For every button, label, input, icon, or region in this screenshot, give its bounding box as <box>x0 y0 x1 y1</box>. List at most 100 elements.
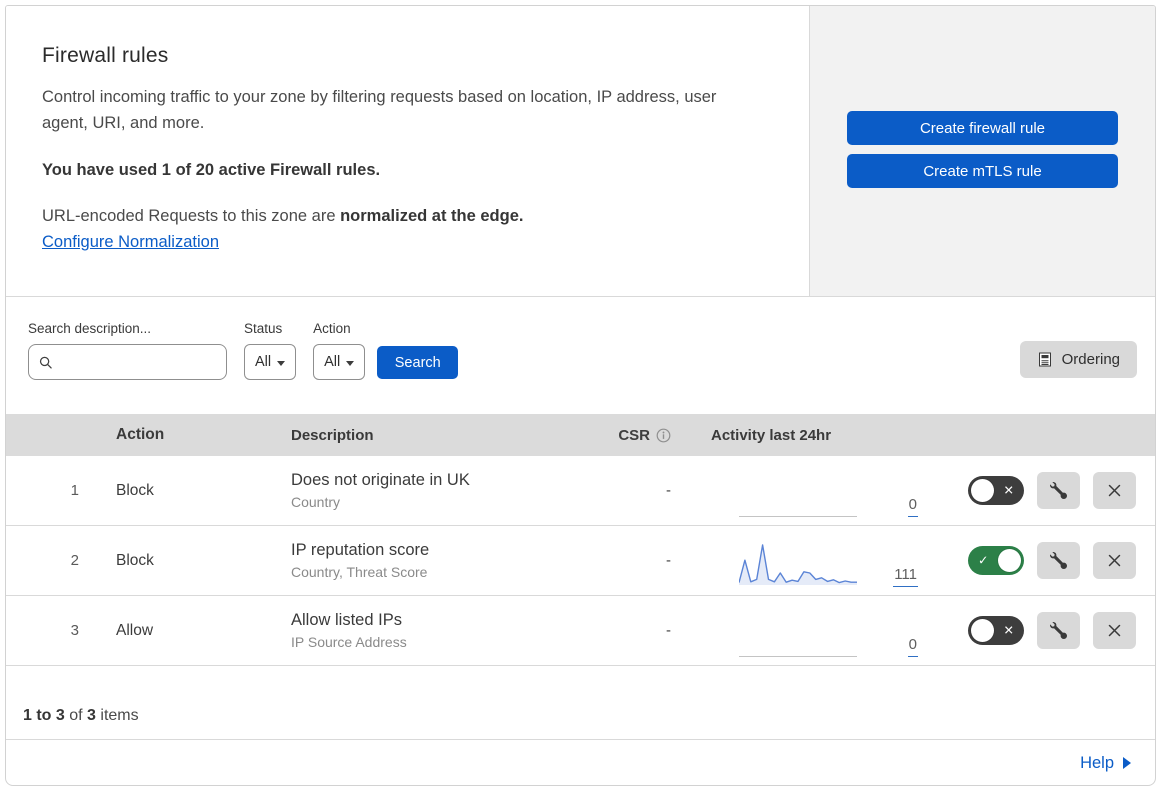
table-header: Action Description CSR Activity last 24h… <box>6 414 1155 456</box>
status-dropdown[interactable]: All <box>244 344 297 380</box>
csr-column-label: CSR <box>618 426 650 444</box>
rule-csr-value: - <box>666 482 671 499</box>
filter-bar: Search description... Status All Action … <box>6 297 1155 414</box>
status-filter-group: Status All <box>244 321 297 380</box>
rule-description: Allow listed IPs <box>291 611 402 629</box>
rule-fields: Country <box>291 494 341 510</box>
rule-action: Block <box>116 481 154 499</box>
ordering-button-label: Ordering <box>1061 351 1120 368</box>
normalization-note-bold: normalized at the edge. <box>340 207 524 225</box>
rule-priority: 2 <box>70 552 79 569</box>
rule-description: IP reputation score <box>291 541 430 559</box>
chevron-down-icon <box>346 360 355 366</box>
activity-count-link[interactable]: 111 <box>893 566 918 587</box>
check-icon: ✓ <box>978 553 989 567</box>
rule-fields: Country, Threat Score <box>291 564 428 580</box>
rule-description-cell: Allow listed IPs IP Source Address <box>276 611 601 650</box>
edit-rule-button[interactable] <box>1037 472 1080 509</box>
action-selected-value: All <box>324 354 341 370</box>
activity-count-link[interactable]: 0 <box>907 636 918 657</box>
table-row: 3 Allow Allow listed IPs IP Source Addre… <box>6 596 1155 666</box>
csr-column-header: CSR <box>601 427 701 444</box>
help-arrow-icon <box>1123 757 1131 769</box>
action-filter-group: Action All <box>313 321 366 380</box>
create-firewall-rule-button[interactable]: Create firewall rule <box>847 111 1118 145</box>
toggle-knob <box>998 549 1021 572</box>
delete-rule-button[interactable] <box>1093 612 1136 649</box>
summary-range: 1 to 3 <box>23 707 65 724</box>
search-icon <box>39 356 52 369</box>
activity-sparkline <box>738 541 857 587</box>
table-row: 1 Block Does not originate in UK Country… <box>6 456 1155 526</box>
rule-enabled-toggle[interactable]: ✓ ✕ <box>968 476 1024 505</box>
actions-panel: Create firewall rule Create mTLS rule <box>810 6 1155 296</box>
ordering-list-icon <box>1038 352 1051 367</box>
close-icon <box>1108 554 1121 567</box>
rule-enabled-toggle[interactable]: ✓ ✕ <box>968 546 1024 575</box>
search-label: Search description... <box>28 321 152 336</box>
normalization-note-text: URL-encoded Requests to this zone are <box>42 207 341 225</box>
toggle-knob <box>971 619 994 642</box>
summary-items: items <box>95 707 139 724</box>
rule-action: Allow <box>116 621 154 639</box>
usage-summary: You have used 1 of 20 active Firewall ru… <box>42 161 381 179</box>
pagination-summary: 1 to 3 of 3 items <box>6 666 1155 739</box>
search-group: Search description... <box>28 321 227 380</box>
info-icon[interactable] <box>656 428 671 443</box>
summary-total: 3 <box>87 707 96 724</box>
rule-description-cell: Does not originate in UK Country <box>276 471 601 510</box>
create-mtls-rule-button[interactable]: Create mTLS rule <box>847 154 1118 188</box>
wrench-icon <box>1050 552 1067 569</box>
table-row: 2 Block IP reputation score Country, Thr… <box>6 526 1155 596</box>
rule-description-cell: IP reputation score Country, Threat Scor… <box>276 541 601 580</box>
activity-sparkline <box>739 472 857 517</box>
chevron-down-icon <box>277 360 286 366</box>
status-selected-value: All <box>255 354 272 370</box>
close-icon <box>1108 484 1121 497</box>
rule-priority: 1 <box>70 482 79 499</box>
header-card: Firewall rules Control incoming traffic … <box>6 6 810 296</box>
firewall-rules-page: Firewall rules Control incoming traffic … <box>5 5 1156 786</box>
rule-activity-cell: 111 <box>701 526 921 595</box>
activity-column-header: Activity last 24hr <box>711 426 832 444</box>
delete-rule-button[interactable] <box>1093 472 1136 509</box>
header-section: Firewall rules Control incoming traffic … <box>6 6 1155 297</box>
delete-rule-button[interactable] <box>1093 542 1136 579</box>
rule-controls: ✓ ✕ <box>921 472 1155 509</box>
ordering-button[interactable]: Ordering <box>1019 341 1137 378</box>
status-label: Status <box>244 321 283 336</box>
help-bar: Help <box>6 739 1155 785</box>
rule-csr-value: - <box>666 552 671 569</box>
rule-activity-cell: 0 <box>701 596 921 665</box>
cross-icon: ✕ <box>1003 483 1014 497</box>
action-dropdown[interactable]: All <box>313 344 366 380</box>
search-button[interactable]: Search <box>377 346 459 379</box>
normalization-note: URL-encoded Requests to this zone are no… <box>42 207 749 226</box>
close-icon <box>1108 624 1121 637</box>
edit-rule-button[interactable] <box>1037 542 1080 579</box>
rule-activity-cell: 0 <box>701 456 921 525</box>
rule-description: Does not originate in UK <box>291 471 470 489</box>
summary-of: of <box>64 707 88 724</box>
activity-count-link[interactable]: 0 <box>907 496 918 517</box>
rule-controls: ✓ ✕ <box>921 542 1155 579</box>
configure-normalization-link[interactable]: Configure Normalization <box>42 233 219 251</box>
description-column-header: Description <box>291 426 374 444</box>
toggle-knob <box>971 479 994 502</box>
rule-controls: ✓ ✕ <box>921 612 1155 649</box>
activity-sparkline <box>739 612 857 657</box>
rule-action: Block <box>116 551 154 569</box>
action-column-header: Action <box>116 426 165 443</box>
edit-rule-button[interactable] <box>1037 612 1080 649</box>
search-box <box>28 344 227 380</box>
wrench-icon <box>1050 622 1067 639</box>
action-label: Action <box>313 321 351 336</box>
rule-priority: 3 <box>70 622 79 639</box>
wrench-icon <box>1050 482 1067 499</box>
search-input[interactable] <box>58 354 216 370</box>
page-title: Firewall rules <box>42 44 169 67</box>
help-link[interactable]: Help <box>1080 754 1114 773</box>
rule-fields: IP Source Address <box>291 634 407 650</box>
rule-enabled-toggle[interactable]: ✓ ✕ <box>968 616 1024 645</box>
cross-icon: ✕ <box>1003 623 1014 637</box>
